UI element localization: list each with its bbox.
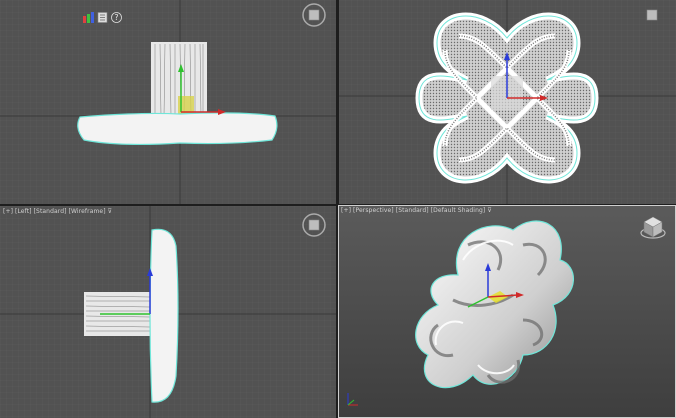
perspective-viewcube[interactable] bbox=[638, 213, 668, 243]
viewport-toolbar: ? bbox=[83, 12, 122, 23]
front-model-base[interactable] bbox=[77, 112, 278, 146]
svg-text:?: ? bbox=[115, 13, 119, 22]
front-grid bbox=[0, 0, 336, 204]
top-grid bbox=[339, 0, 676, 204]
viewport-view-menu[interactable]: [Left] bbox=[15, 208, 32, 215]
front-viewcube[interactable] bbox=[301, 2, 327, 28]
viewport-shading-menu[interactable]: [Standard] bbox=[396, 207, 429, 214]
viewport-layout: ? [+] [Left] [Standard] [Wireframe] ⊽ [+… bbox=[0, 0, 676, 418]
viewport-plus-menu[interactable]: [+] bbox=[341, 207, 351, 214]
viewport-top[interactable] bbox=[339, 0, 676, 204]
document-icon[interactable] bbox=[97, 12, 108, 23]
perspective-viewport-label[interactable]: [+] [Perspective] [Standard] [Default Shadi… bbox=[341, 207, 494, 214]
left-viewport-label[interactable]: [+] [Left] [Standard] [Wireframe] ⊽ bbox=[3, 208, 114, 215]
viewport-mode-menu[interactable]: [Wireframe] bbox=[69, 208, 106, 215]
scene-explorer-icon[interactable] bbox=[83, 12, 94, 23]
world-axis-tripod bbox=[347, 393, 358, 406]
left-grid bbox=[0, 206, 336, 418]
viewport-plus-menu[interactable]: [+] bbox=[3, 208, 13, 215]
viewport-front[interactable]: ? bbox=[0, 0, 336, 204]
viewport-left[interactable]: [+] [Left] [Standard] [Wireframe] ⊽ bbox=[0, 206, 336, 418]
viewport-mode-menu[interactable]: [Default Shading] bbox=[431, 207, 486, 214]
filter-icon[interactable]: ⊽ bbox=[108, 208, 113, 215]
viewport-perspective[interactable]: [+] [Perspective] [Standard] [Default Shadi… bbox=[338, 205, 676, 418]
perspective-model-knot[interactable] bbox=[415, 220, 574, 389]
front-model-stem[interactable] bbox=[151, 42, 207, 118]
filter-icon[interactable]: ⊽ bbox=[487, 207, 492, 214]
left-viewcube[interactable] bbox=[301, 212, 327, 238]
perspective-scene bbox=[347, 220, 574, 406]
left-model-base[interactable] bbox=[149, 228, 179, 403]
top-viewcube[interactable] bbox=[639, 2, 665, 28]
viewport-shading-menu[interactable]: [Standard] bbox=[34, 208, 67, 215]
viewport-view-menu[interactable]: [Perspective] bbox=[353, 207, 394, 214]
help-icon[interactable]: ? bbox=[111, 12, 122, 23]
